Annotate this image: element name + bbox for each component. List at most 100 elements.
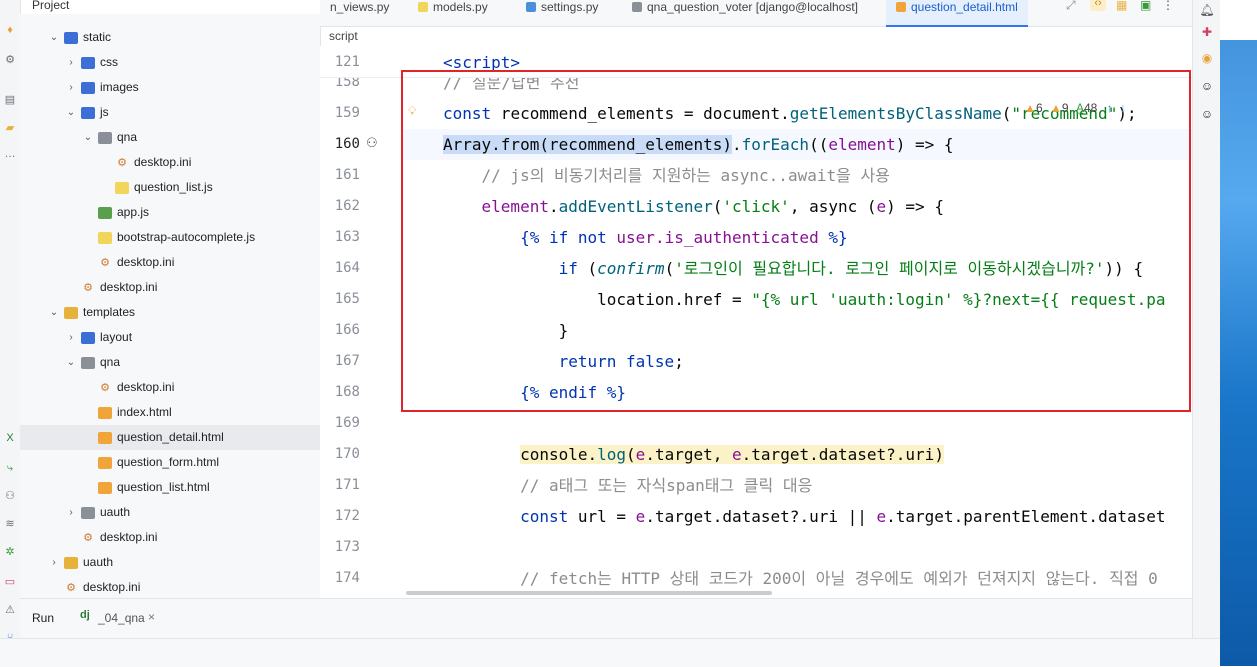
tree-item[interactable]: question_list.html: [20, 475, 320, 500]
tree-item-label: desktop.ini: [134, 155, 192, 169]
line-number: 162: [334, 198, 360, 214]
tree-item[interactable]: bootstrap-autocomplete.js: [20, 225, 320, 250]
chevron-right-icon[interactable]: ›: [65, 325, 77, 350]
code-line[interactable]: console.log(e.target, e.target.dataset?.…: [443, 439, 944, 470]
settings-icon[interactable]: ✲: [2, 544, 18, 560]
file-icon: [98, 407, 112, 419]
code-line[interactable]: const url = e.target.dataset?.uri || e.t…: [443, 501, 1165, 532]
project-panel-header[interactable]: Project: [20, 0, 320, 14]
preview-icon[interactable]: ▣: [1140, 0, 1151, 12]
tree-item[interactable]: question_form.html: [20, 450, 320, 475]
tree-item[interactable]: › css: [20, 50, 320, 75]
tree-item-label: question_detail.html: [117, 430, 224, 444]
line-number: 168: [334, 384, 360, 400]
folder-icon: [81, 507, 95, 519]
tab-label: question_detail.html: [911, 0, 1018, 14]
plugin-icon[interactable]: ☺: [1199, 78, 1215, 94]
django-icon: dj: [80, 609, 90, 621]
chevron-right-icon[interactable]: ›: [65, 500, 77, 525]
excel-icon[interactable]: X: [2, 430, 18, 446]
notifications-icon[interactable]: 🔔︎: [1199, 2, 1215, 18]
tree-item[interactable]: › images: [20, 75, 320, 100]
editor-tab[interactable]: n_views.py: [320, 0, 399, 25]
tree-item-label: templates: [83, 305, 136, 319]
tree-item[interactable]: › uauth: [20, 500, 320, 525]
tree-item-label: question_list.js: [134, 180, 213, 194]
chevron-down-icon[interactable]: ⌄: [48, 300, 60, 325]
editor-tab[interactable]: qna_question_voter [django@localhost]: [622, 0, 868, 25]
tree-item-label: desktop.ini: [100, 280, 158, 294]
commit-icon[interactable]: ♦: [2, 22, 18, 38]
folder-icon: [81, 82, 95, 94]
structure-icon[interactable]: ⚙: [2, 52, 18, 68]
tree-item[interactable]: › uauth: [20, 550, 320, 575]
line-number: 171: [334, 477, 360, 493]
file-icon: ⚙: [66, 582, 76, 594]
run-label[interactable]: Run: [32, 611, 54, 625]
tree-item[interactable]: index.html: [20, 400, 320, 425]
tree-item[interactable]: ⚙ desktop.ini: [20, 525, 320, 550]
code-view-icon[interactable]: ‹›: [1090, 0, 1106, 11]
tree-item-label: images: [100, 80, 139, 94]
tree-item-label: index.html: [117, 405, 172, 419]
folder-icon: [81, 357, 95, 369]
bookmarks-icon[interactable]: ▰: [2, 120, 18, 136]
code-line[interactable]: // fetch는 HTTP 상태 코드가 200이 아닐 경우에도 예외가 던…: [443, 563, 1158, 594]
tree-item[interactable]: ⚙ desktop.ini: [20, 150, 320, 175]
tree-item[interactable]: question_detail.html: [20, 425, 320, 450]
more-icon[interactable]: …: [2, 146, 18, 162]
split-icon[interactable]: ▦: [1116, 0, 1127, 12]
tree-item[interactable]: ⚙ desktop.ini: [20, 250, 320, 275]
chevron-down-icon[interactable]: ⌄: [65, 350, 77, 375]
code-line[interactable]: // a태그 또는 자식span태그 클릭 대응: [443, 470, 812, 501]
tree-item[interactable]: › layout: [20, 325, 320, 350]
tree-item[interactable]: ⌄ js: [20, 100, 320, 125]
database-icon[interactable]: ◉: [1199, 50, 1215, 66]
desktop-background: [1220, 0, 1257, 666]
folder-icon: [81, 57, 95, 69]
editor-tab[interactable]: question_detail.html: [886, 0, 1028, 27]
problems-icon[interactable]: ⚠: [2, 602, 18, 618]
desktop-top-edge: [1220, 0, 1257, 40]
tree-item[interactable]: ⌄ qna: [20, 350, 320, 375]
chevron-down-icon[interactable]: ⌄: [48, 25, 60, 50]
tree-item[interactable]: app.js: [20, 200, 320, 225]
status-bar: [0, 638, 1220, 667]
tree-item[interactable]: ⌄ static: [20, 25, 320, 50]
annotate-icon[interactable]: ⚇: [366, 135, 378, 151]
services-icon[interactable]: ▤: [2, 92, 18, 108]
run-config-tab[interactable]: _04_qna: [98, 611, 145, 625]
tree-item[interactable]: ⚙ desktop.ini: [20, 375, 320, 400]
chevron-down-icon[interactable]: ⌄: [65, 100, 77, 125]
layers-icon[interactable]: ≋: [2, 516, 18, 532]
more-tabs-icon[interactable]: ⋮: [1162, 0, 1174, 12]
chevron-right-icon[interactable]: ›: [48, 550, 60, 575]
python-packages-icon[interactable]: ⚇: [2, 488, 18, 504]
tree-item-label: qna: [100, 355, 121, 369]
ai-assistant-icon[interactable]: ✚: [1199, 24, 1215, 40]
breadcrumb[interactable]: script: [320, 26, 1200, 46]
tree-item[interactable]: question_list.js: [20, 175, 320, 200]
file-icon: [98, 232, 112, 244]
tree-item[interactable]: ⌄ templates: [20, 300, 320, 325]
folder-icon: [98, 132, 112, 144]
copilot-icon[interactable]: ☺: [1199, 106, 1215, 122]
chevron-right-icon[interactable]: ›: [65, 75, 77, 100]
chevron-down-icon[interactable]: ⌄: [82, 125, 94, 150]
tree-item[interactable]: ⌄ qna: [20, 125, 320, 150]
project-tree: ⌄ static › css › images ⌄ js ⌄ qna ⚙ desktop.ini que…: [20, 14, 321, 598]
editor-tab[interactable]: models.py: [408, 0, 498, 25]
run-icon[interactable]: ⤷: [2, 460, 18, 476]
editor-tab[interactable]: settings.py: [516, 0, 608, 25]
chevron-right-icon[interactable]: ›: [65, 50, 77, 75]
file-icon: ⚙: [117, 157, 127, 169]
expand-icon[interactable]: ⤢: [1066, 0, 1076, 13]
close-run-tab-icon[interactable]: ×: [148, 610, 155, 624]
horizontal-scrollbar[interactable]: [406, 591, 772, 595]
line-number: 167: [334, 353, 360, 369]
tree-item[interactable]: ⚙ desktop.ini: [20, 575, 320, 598]
terminal-icon[interactable]: ▭: [2, 574, 18, 590]
file-icon: [98, 207, 112, 219]
tab-label: n_views.py: [330, 0, 390, 14]
tree-item[interactable]: ⚙ desktop.ini: [20, 275, 320, 300]
